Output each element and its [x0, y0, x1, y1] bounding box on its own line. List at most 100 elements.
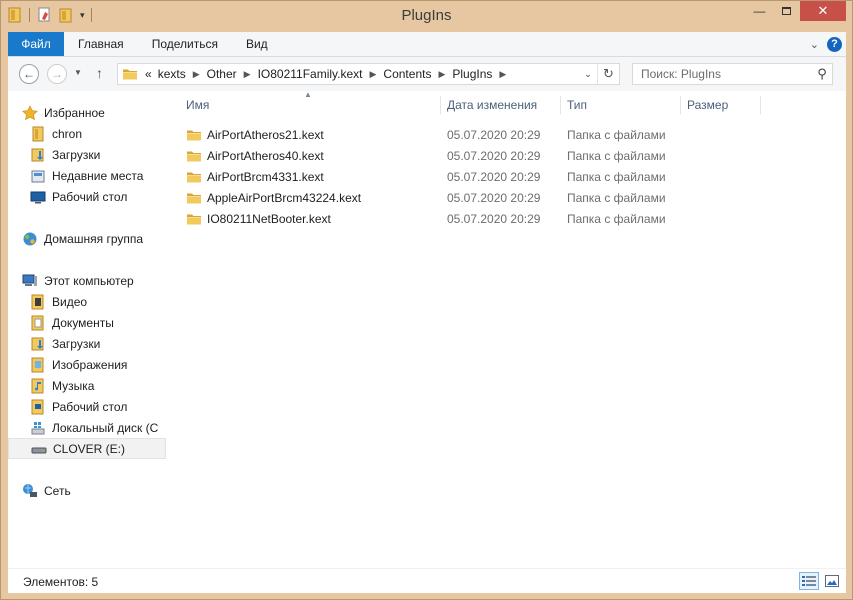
nav-homegroup-label: Домашняя группа [44, 231, 144, 246]
content-area: Избранное chron Загрузки Недавние места … [8, 90, 846, 568]
chevron-right-icon[interactable]: ▶ [495, 69, 510, 80]
expand-ribbon-chevron-icon[interactable]: ⌄ [810, 38, 819, 51]
nav-item-label: Изображения [52, 357, 128, 372]
nav-homegroup[interactable]: Домашняя группа [8, 228, 166, 249]
folder-icon [122, 67, 138, 81]
window-title: PlugIns [401, 7, 452, 24]
music-folder-icon [31, 378, 44, 393]
refresh-icon[interactable]: ↻ [597, 64, 619, 84]
chevron-right-icon[interactable]: ▶ [366, 69, 381, 80]
tab-view[interactable]: Вид [232, 32, 282, 56]
nav-network[interactable]: Сеть [8, 480, 166, 501]
folder-icon [186, 170, 202, 184]
nav-network-label: Сеть [44, 483, 71, 498]
up-arrow-icon[interactable]: ↑ [96, 65, 103, 81]
nav-item-desktop[interactable]: Рабочий стол [8, 186, 166, 207]
nav-item-music[interactable]: Музыка [8, 375, 166, 396]
nav-item-videos[interactable]: Видео [8, 291, 166, 312]
tab-file[interactable]: Файл [8, 32, 64, 56]
recent-places-icon [31, 170, 45, 182]
nav-item-recent-places[interactable]: Недавние места [8, 165, 166, 186]
breadcrumb-contents[interactable]: Contents [380, 67, 434, 81]
column-header-type[interactable]: Тип [561, 93, 681, 117]
nav-item-local-disk[interactable]: Локальный диск (C [8, 417, 166, 438]
file-name: AirPortAtheros40.kext [207, 148, 324, 163]
title-bar[interactable]: ▾ PlugIns — ✕ [1, 1, 852, 31]
file-row[interactable]: AirPortBrcm4331.kext 05.07.2020 20:29 Па… [186, 166, 676, 187]
file-date: 05.07.2020 20:29 [447, 169, 541, 184]
file-name: AirPortAtheros21.kext [207, 127, 324, 142]
nav-item-label: Видео [52, 294, 88, 309]
file-row[interactable]: AirPortAtheros21.kext 05.07.2020 20:29 П… [186, 124, 676, 145]
large-icons-view-button[interactable] [822, 572, 842, 590]
folder-icon [186, 212, 202, 226]
item-count: Элементов: 5 [23, 575, 99, 589]
help-icon[interactable]: ? [827, 36, 842, 52]
nav-item-downloads-pc[interactable]: Загрузки [8, 333, 166, 354]
close-icon: ✕ [817, 3, 829, 18]
breadcrumb-plugins[interactable]: PlugIns [449, 67, 495, 81]
search-icon[interactable]: ⚲ [812, 66, 832, 82]
nav-this-pc[interactable]: Этот компьютер [8, 270, 166, 291]
file-type: Папка с файлами [567, 190, 666, 205]
documents-folder-icon [31, 315, 44, 330]
maximize-button[interactable] [773, 1, 800, 21]
removable-drive-icon [31, 447, 47, 453]
nav-item-chron[interactable]: chron [8, 123, 166, 144]
minimize-icon: — [753, 4, 766, 18]
nav-this-pc-label: Этот компьютер [44, 273, 134, 288]
file-row[interactable]: AirPortAtheros40.kext 05.07.2020 20:29 П… [186, 145, 676, 166]
nav-item-downloads[interactable]: Загрузки [8, 144, 166, 165]
nav-favorites[interactable]: Избранное [8, 102, 166, 123]
nav-item-label: chron [52, 126, 83, 141]
column-separator[interactable] [760, 96, 761, 114]
nav-item-clover-drive[interactable]: CLOVER (E:) [8, 438, 166, 459]
chevron-right-icon[interactable]: ▶ [434, 69, 449, 80]
file-type: Папка с файлами [567, 169, 666, 184]
chevron-right-icon[interactable]: ▶ [240, 69, 255, 80]
view-switcher [799, 572, 842, 590]
chevron-right-icon[interactable]: ▶ [189, 69, 204, 80]
file-row[interactable]: AppleAirPortBrcm43224.kext 05.07.2020 20… [186, 187, 676, 208]
column-header-size[interactable]: Размер [681, 93, 761, 117]
ribbon-right-controls: ⌄ ? [810, 32, 846, 56]
recent-locations-dropdown-icon[interactable]: ▼ [74, 68, 82, 77]
forward-button[interactable]: → [47, 64, 67, 84]
nav-item-documents[interactable]: Документы [8, 312, 166, 333]
navigation-pane: Избранное chron Загрузки Недавние места … [8, 91, 167, 568]
homegroup-icon [23, 232, 37, 245]
tab-home[interactable]: Главная [64, 32, 138, 56]
pane-divider[interactable] [167, 91, 168, 568]
column-header-date[interactable]: Дата изменения [441, 93, 561, 117]
nav-item-label: Музыка [52, 378, 95, 393]
nav-item-desktop-pc[interactable]: Рабочий стол [8, 396, 166, 417]
file-row[interactable]: IO80211NetBooter.kext 05.07.2020 20:29 П… [186, 208, 676, 229]
nav-item-label: Загрузки [52, 336, 101, 351]
column-header-name[interactable]: ▲ Имя [176, 90, 441, 117]
file-name: IO80211NetBooter.kext [207, 211, 331, 226]
nav-item-pictures[interactable]: Изображения [8, 354, 166, 375]
desktop-folder-icon [31, 399, 44, 414]
back-button[interactable]: ← [19, 64, 39, 84]
address-bar[interactable]: « kexts ▶ Other ▶ IO80211Family.kext ▶ C… [117, 63, 620, 85]
breadcrumb-kexts[interactable]: kexts [155, 67, 189, 81]
tab-share[interactable]: Поделиться [138, 32, 232, 56]
file-type: Папка с файлами [567, 148, 666, 163]
close-button[interactable]: ✕ [800, 1, 846, 21]
file-type: Папка с файлами [567, 211, 666, 226]
download-folder-icon [31, 337, 44, 350]
file-date: 05.07.2020 20:29 [447, 211, 541, 226]
address-dropdown-icon[interactable]: ⌄ [579, 69, 597, 80]
minimize-button[interactable]: — [746, 1, 773, 21]
search-input[interactable] [641, 67, 812, 81]
breadcrumb-io80211family[interactable]: IO80211Family.kext [255, 67, 366, 81]
column-header-size-label: Размер [687, 98, 729, 112]
file-date: 05.07.2020 20:29 [447, 190, 541, 205]
breadcrumb-overflow[interactable]: « [142, 67, 155, 81]
details-view-icon [802, 576, 816, 586]
details-view-button[interactable] [799, 572, 819, 590]
nav-item-label: Загрузки [52, 147, 101, 162]
desktop-icon [30, 191, 46, 203]
large-icons-view-icon [825, 575, 839, 587]
breadcrumb-other[interactable]: Other [204, 67, 240, 81]
